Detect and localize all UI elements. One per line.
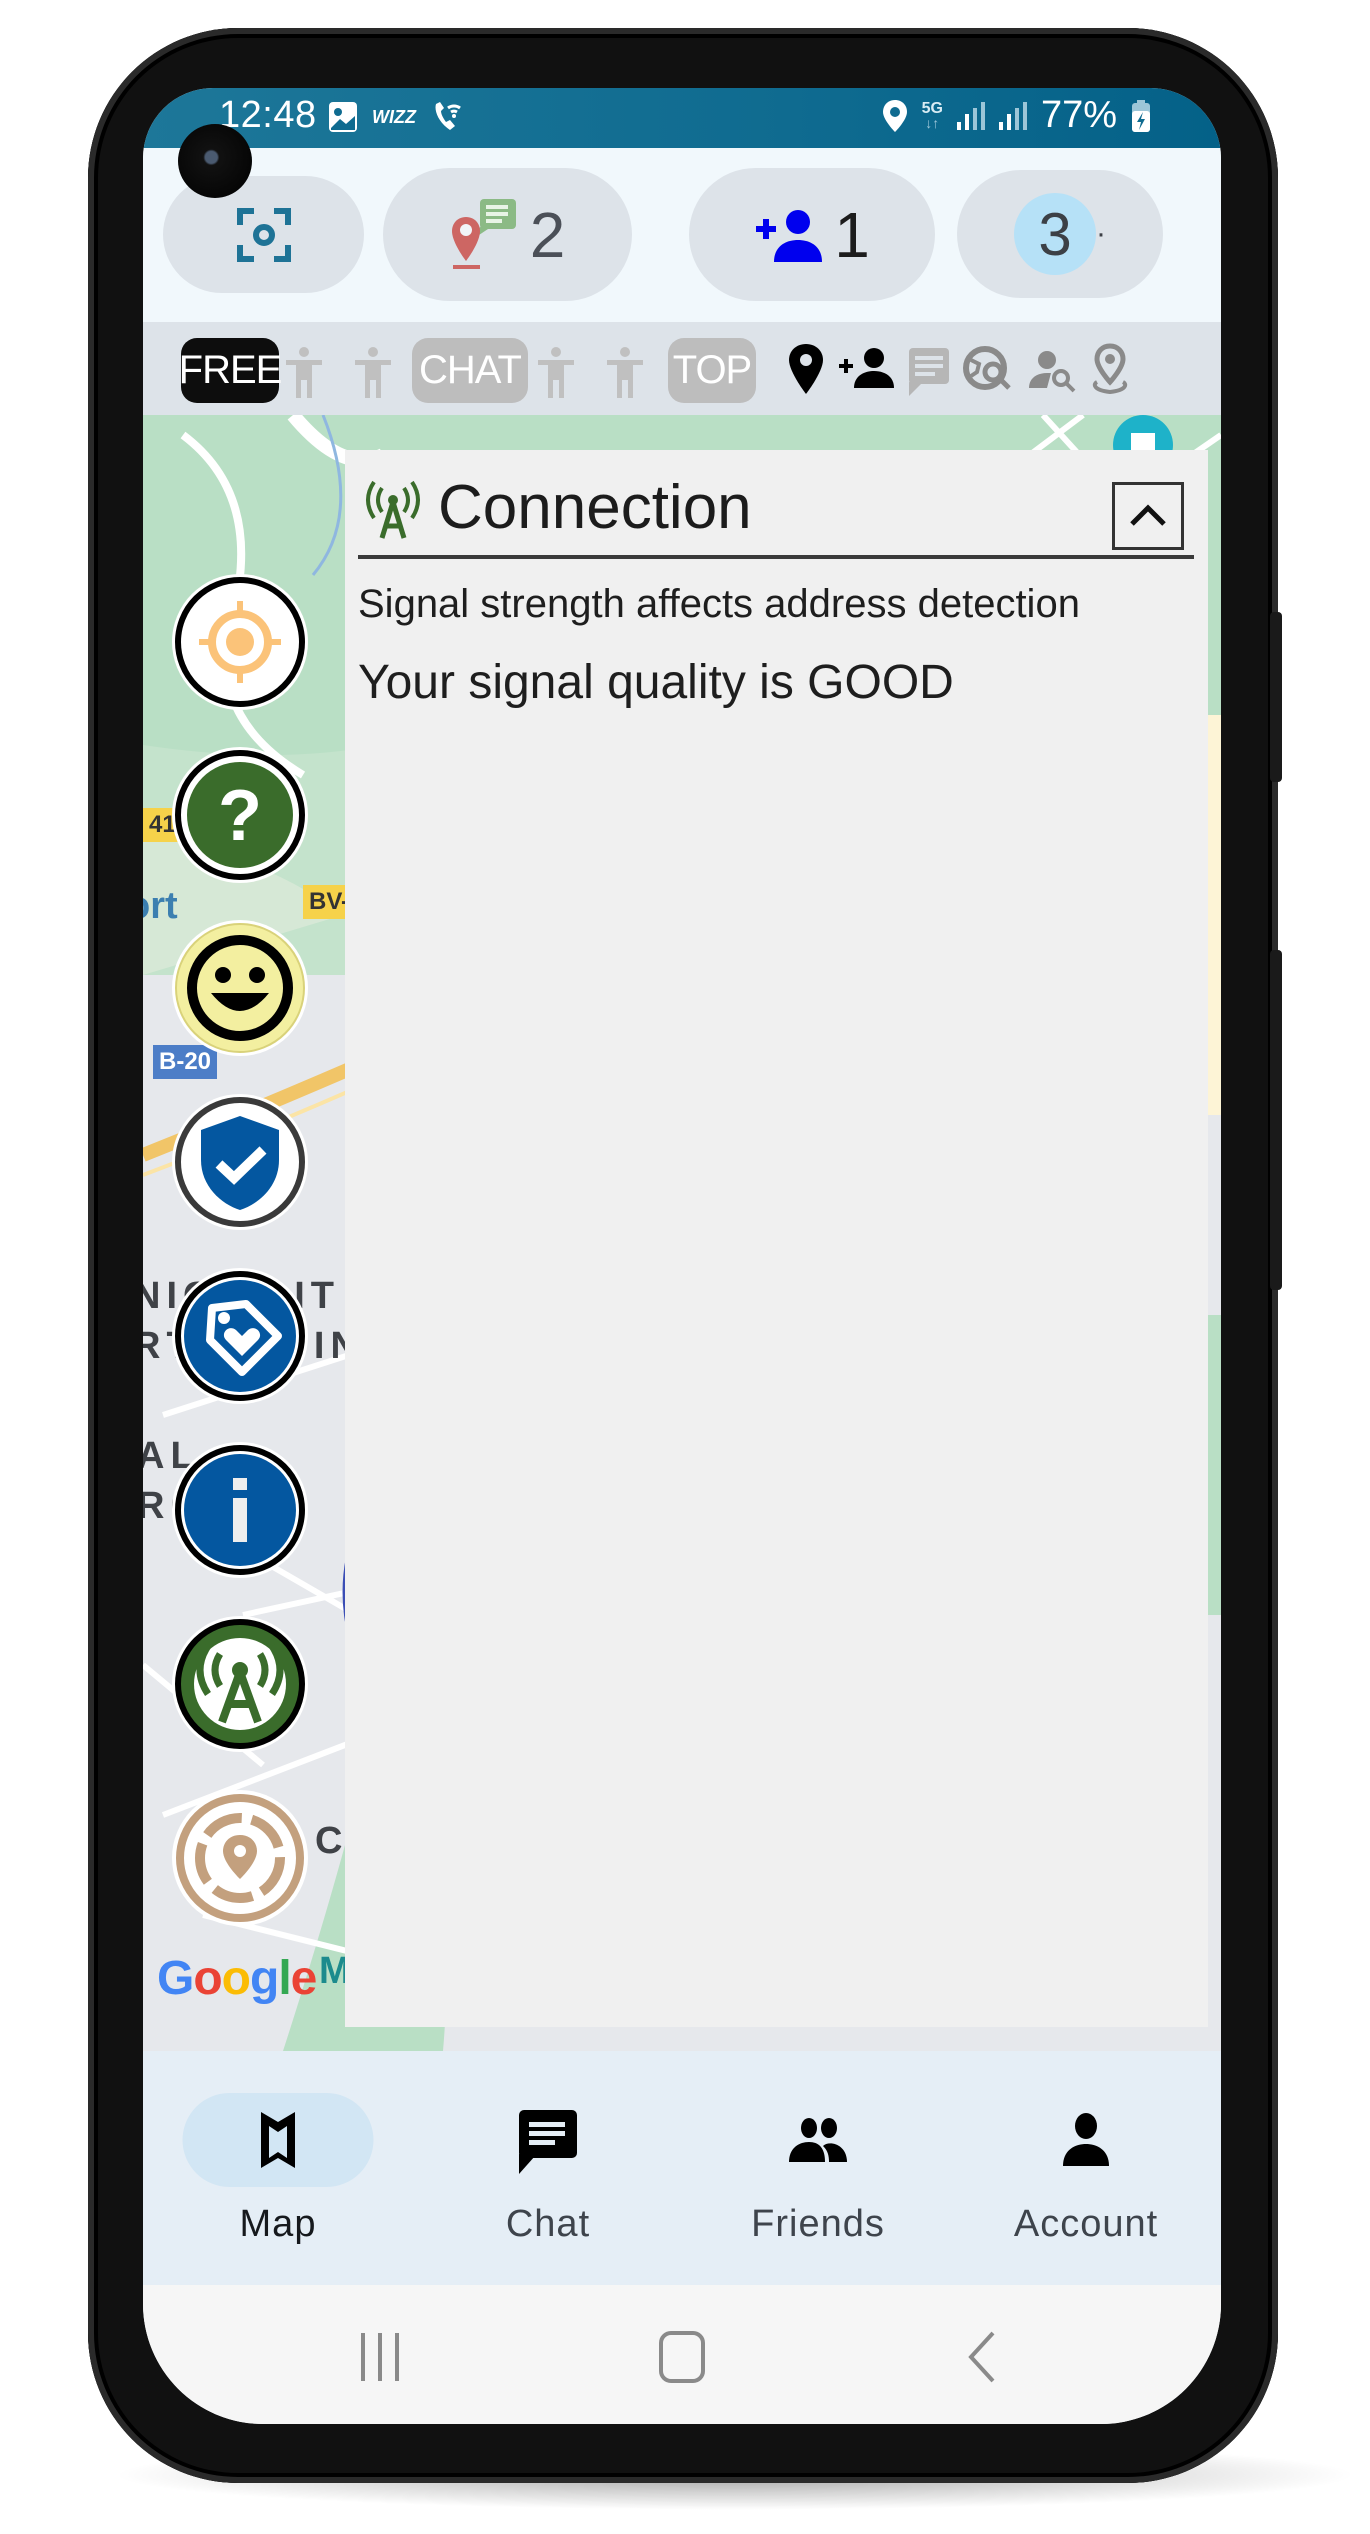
nav-label: Map (239, 2203, 317, 2245)
friends-icon (789, 2118, 847, 2162)
5g-icon: 5G ↓↑ (921, 99, 943, 131)
filter-chip-chat[interactable]: CHAT (412, 338, 528, 403)
security-button[interactable] (175, 1097, 305, 1227)
location-icon (882, 99, 907, 132)
location-chat-count: 2 (529, 198, 566, 271)
location-radar-icon (176, 1794, 304, 1922)
location-pin-outline-icon[interactable] (1089, 342, 1131, 396)
notification-count-badge: 3 (1014, 193, 1096, 275)
nav-tab-account[interactable]: Account (951, 2051, 1221, 2285)
battery-charging-icon (1132, 99, 1150, 132)
road-label: B-20 (153, 1045, 218, 1079)
nav-label: Account (1013, 2203, 1159, 2245)
location-chat-button[interactable]: 2 (383, 168, 632, 301)
back-icon[interactable] (961, 2329, 1001, 2385)
filter-chip-top[interactable]: TOP (668, 338, 756, 403)
overflow-indicator: · (1096, 217, 1106, 250)
wifi-calling-icon (435, 102, 461, 130)
power-button (1270, 950, 1282, 1290)
friend-requests-count: 1 (834, 198, 870, 271)
location-radius-button[interactable] (175, 1793, 305, 1923)
connection-panel-header: Connection (358, 464, 1194, 559)
question-icon: ? (187, 762, 293, 868)
favorites-button[interactable] (175, 1271, 305, 1401)
smiley-icon (187, 935, 293, 1041)
shield-check-icon (201, 1116, 279, 1210)
signal-quality-text: Your signal quality is GOOD (358, 656, 954, 709)
person-icon[interactable] (284, 346, 324, 398)
nav-tab-chat[interactable]: Chat (413, 2051, 683, 2285)
mood-button[interactable] (175, 923, 305, 1053)
phone-screen: 12:48 Wizz 5G ↓↑ 77% 2 1 3 · (143, 88, 1221, 2424)
bottom-navigation: Map Chat Friends Account (143, 2051, 1221, 2285)
status-bar: 12:48 Wizz 5G ↓↑ 77% (143, 88, 1221, 148)
area-label: C (315, 1820, 349, 1862)
connection-button[interactable] (175, 1619, 305, 1749)
location-pin-icon[interactable] (783, 342, 829, 396)
connection-panel: Connection Signal strength affects addre… (345, 450, 1208, 2027)
map-view[interactable]: 415 BV- B-20 NIC ALIT RTA-GUIN AL RON or… (143, 415, 1221, 2051)
info-icon (184, 1454, 296, 1566)
collapse-button[interactable] (1112, 482, 1184, 550)
antenna-icon (194, 1638, 286, 1730)
top-actions-bar: 2 1 3 · (143, 148, 1221, 322)
person-icon[interactable] (353, 346, 393, 398)
gallery-icon (329, 102, 357, 132)
friend-requests-button[interactable]: 1 (689, 168, 935, 301)
person-icon[interactable] (605, 346, 645, 398)
chat-icon (519, 2110, 577, 2174)
notifications-button[interactable]: 3 · (957, 170, 1163, 298)
chevron-up-icon (1130, 504, 1166, 526)
scan-focus-icon (236, 207, 291, 262)
google-attribution: Google (157, 1952, 317, 2005)
add-person-icon (756, 209, 823, 262)
system-navigation-bar (143, 2285, 1221, 2424)
nav-label: Friends (751, 2203, 885, 2245)
person-icon[interactable] (536, 346, 576, 398)
area-label: ort (143, 885, 178, 927)
nav-label: Chat (505, 2203, 591, 2245)
globe-search-icon[interactable] (963, 342, 1015, 396)
signal-icon (998, 101, 1027, 130)
scan-button[interactable] (163, 176, 364, 293)
nav-tab-friends[interactable]: Friends (683, 2051, 953, 2285)
battery-percent: 77% (1040, 94, 1117, 136)
info-button[interactable] (175, 1445, 305, 1575)
gps-target-icon (199, 601, 281, 683)
account-icon (1063, 2113, 1109, 2166)
help-button[interactable]: ? (175, 750, 305, 880)
volume-button (1270, 612, 1282, 782)
recent-apps-icon[interactable] (355, 2329, 405, 2385)
front-camera (178, 124, 252, 198)
signal-description: Signal strength affects address detectio… (358, 582, 1080, 626)
person-search-icon[interactable] (1027, 342, 1079, 396)
antenna-icon (366, 480, 420, 539)
svg-text:?: ? (218, 776, 262, 856)
panel-title: Connection (438, 473, 752, 542)
location-chat-icon (451, 198, 516, 269)
home-icon[interactable] (657, 2329, 707, 2385)
my-location-button[interactable] (175, 577, 305, 707)
nav-tab-map[interactable]: Map (143, 2051, 413, 2285)
chat-bubble-icon[interactable] (905, 342, 951, 396)
wizz-icon: Wizz (372, 106, 416, 127)
filter-chip-free[interactable]: FREE (179, 338, 282, 403)
signal-icon (956, 101, 985, 130)
heart-tag-icon (184, 1280, 296, 1392)
map-icon (261, 2112, 295, 2168)
filter-bar: FREE CHAT TOP (143, 322, 1221, 415)
add-person-filter-icon[interactable] (838, 342, 896, 396)
